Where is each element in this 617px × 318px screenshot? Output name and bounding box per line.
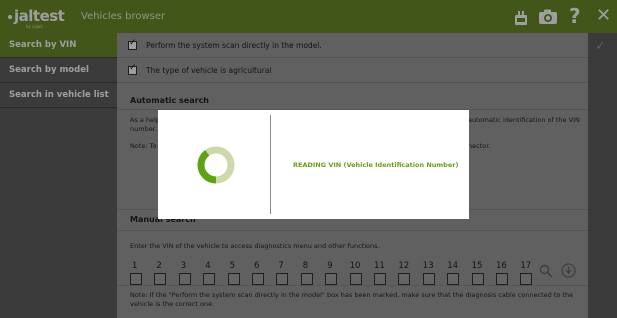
reading-vin-message: READING VIN (Vehicle Identification Numb… bbox=[293, 161, 459, 169]
loading-dialog: READING VIN (Vehicle Identification Numb… bbox=[158, 110, 469, 219]
modal-divider bbox=[270, 115, 271, 214]
loading-spinner-icon bbox=[197, 146, 235, 184]
